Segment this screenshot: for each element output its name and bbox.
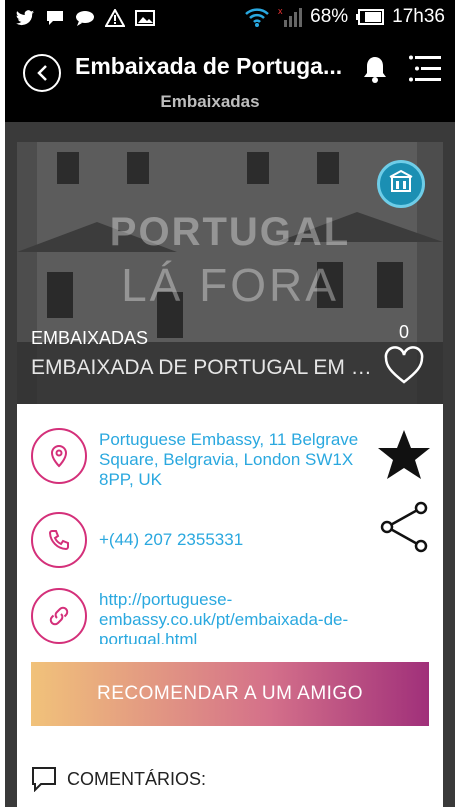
star-icon — [378, 430, 430, 479]
twitter-icon — [16, 10, 34, 26]
address-text[interactable]: Portuguese Embassy, 11 Belgrave Square, … — [99, 430, 379, 490]
warning-icon — [105, 9, 125, 27]
share-button[interactable] — [379, 500, 429, 554]
website-link[interactable]: http://portuguese-embassy.co.uk/pt/embai… — [99, 590, 379, 644]
system-status: x 68% 17h36 — [244, 6, 445, 28]
app-header: Embaixada de Portuga... Embaixadas — [5, 36, 455, 122]
message-icon — [47, 11, 63, 25]
sms-icon — [76, 11, 94, 26]
notification-icons — [15, 9, 155, 27]
wifi-icon — [245, 8, 269, 27]
embassy-card: PORTUGAL LÁ FORA EMBAIXADAS EMBAIXADA DE… — [17, 142, 443, 807]
status-bar: x 68% 17h36 — [5, 0, 455, 36]
page-subtitle: Embaixadas — [160, 92, 260, 111]
phone-icon — [31, 512, 87, 568]
battery-icon — [356, 9, 385, 25]
location-pin-icon — [31, 428, 87, 484]
menu-icon — [409, 55, 441, 82]
signal-icon: x — [278, 6, 303, 27]
like-count: 0 — [398, 322, 409, 342]
like-button[interactable] — [383, 346, 425, 386]
share-icon — [380, 501, 428, 553]
page-title: Embaixada de Portuga... — [75, 53, 343, 79]
bell-icon — [364, 57, 386, 83]
content-area: PORTUGAL LÁ FORA EMBAIXADAS EMBAIXADA DE… — [5, 122, 455, 807]
heart-icon — [384, 346, 424, 384]
embassy-building-icon — [389, 169, 413, 192]
hero-image: PORTUGAL LÁ FORA EMBAIXADAS EMBAIXADA DE… — [17, 142, 443, 404]
comments-label: COMENTÁRIOS: — [67, 768, 207, 789]
comment-icon — [32, 767, 56, 792]
link-icon — [31, 588, 87, 644]
recommend-button[interactable]: RECOMENDAR A UM AMIGO — [31, 662, 429, 726]
phone-text[interactable]: +(44) 207 2355331 — [99, 530, 379, 550]
chevron-left-icon — [37, 65, 47, 81]
favorite-button[interactable] — [377, 428, 431, 482]
app-frame: x 68% 17h36 Embaixada de Portuga... Emba… — [5, 0, 455, 807]
website-row[interactable]: http://portuguese-embassy.co.uk/pt/embai… — [17, 588, 443, 644]
menu-button[interactable] — [407, 50, 443, 86]
notifications-button[interactable] — [361, 54, 389, 84]
back-button[interactable] — [23, 54, 61, 92]
hero-category: EMBAIXADAS — [31, 328, 149, 348]
svg-text:x: x — [278, 6, 283, 16]
watermark-portugal: PORTUGAL — [109, 210, 351, 254]
image-icon — [135, 10, 155, 26]
hero-title: EMBAIXADA DE PORTUGAL EM L... — [31, 356, 373, 379]
battery-percent: 68% — [310, 6, 349, 27]
category-badge-icon — [377, 160, 425, 208]
watermark-la-fora: LÁ FORA — [121, 259, 339, 311]
comments-header: COMENTÁRIOS: — [31, 766, 206, 792]
clock: 17h36 — [392, 6, 445, 27]
